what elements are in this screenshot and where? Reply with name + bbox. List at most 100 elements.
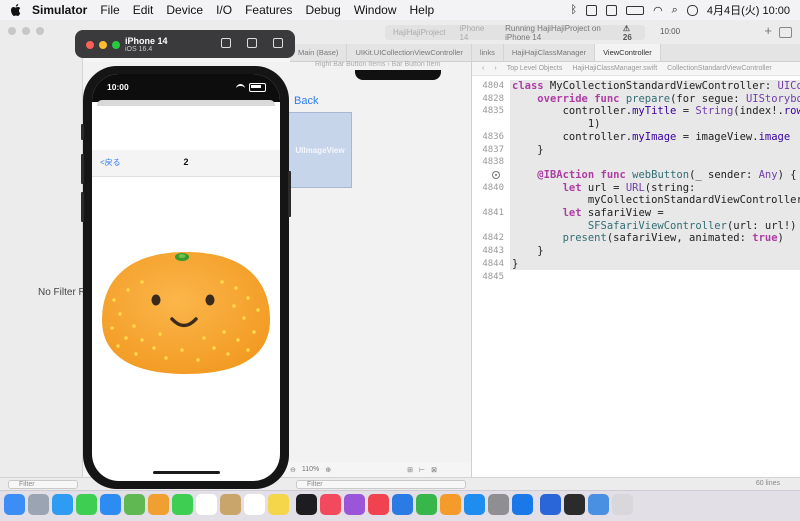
scheme-selector[interactable]: HajiHajiProject (393, 28, 445, 37)
tab-main-storyboard[interactable]: Main (Base) (290, 44, 348, 61)
volume-down-button[interactable] (81, 192, 84, 222)
sim-zoom-button[interactable] (112, 41, 120, 49)
code-line[interactable]: 4828 override func prepare(for segue: UI… (472, 93, 800, 106)
facetime-icon[interactable] (172, 494, 193, 515)
zoom-in-icon[interactable]: ⊕ (325, 466, 331, 474)
terminal-icon[interactable] (564, 494, 585, 515)
power-button[interactable] (288, 171, 291, 217)
input-source-icon[interactable] (606, 4, 618, 16)
pages-icon[interactable] (440, 494, 461, 515)
maps-icon[interactable] (124, 494, 145, 515)
editor-layout-icon[interactable] (779, 27, 792, 38)
menu-file[interactable]: File (100, 3, 119, 17)
code-line[interactable]: 4844} (472, 258, 800, 271)
menu-edit[interactable]: Edit (133, 3, 154, 17)
numbers-icon[interactable] (416, 494, 437, 515)
resolve-icon[interactable]: ⊠ (431, 466, 437, 474)
wifi-icon[interactable]: ◠ (653, 4, 663, 17)
mail-icon[interactable] (100, 494, 121, 515)
tab-viewcontroller[interactable]: ViewController (595, 44, 661, 61)
photos-icon[interactable] (148, 494, 169, 515)
tab-links[interactable]: links (472, 44, 504, 61)
sim-minimize-button[interactable] (99, 41, 107, 49)
music-icon[interactable] (320, 494, 341, 515)
preview-icon[interactable] (588, 494, 609, 515)
zoom-button[interactable] (36, 27, 44, 35)
back-icon[interactable]: ‹ (482, 65, 484, 72)
run-destination[interactable]: iPhone 14 (459, 24, 491, 42)
code-line[interactable]: 4835 controller.myTitle = String(index!.… (472, 105, 800, 118)
menu-features[interactable]: Features (245, 3, 292, 17)
code-line[interactable]: @IBAction func webButton(_ sender: Any) … (472, 169, 800, 182)
podcasts-icon[interactable] (344, 494, 365, 515)
jump-bar-item-1[interactable]: HajiHajiClassManager.swift (572, 65, 657, 72)
control-center-icon[interactable] (686, 4, 698, 16)
menu-device[interactable]: Device (166, 3, 203, 17)
crumb-bar-button-item[interactable]: Bar Button Item (392, 61, 441, 68)
code-line[interactable]: 1) (472, 118, 800, 131)
bluetooth-icon[interactable]: ᛒ (570, 4, 577, 16)
apple-icon[interactable] (10, 3, 22, 17)
menu-clock[interactable]: 4月4日(火) 10:00 (707, 2, 790, 18)
simulator-icon[interactable] (540, 494, 561, 515)
constraints-icon[interactable]: ⊢ (419, 466, 425, 474)
reminders-icon[interactable] (244, 494, 265, 515)
appstore-icon[interactable] (464, 494, 485, 515)
menu-simulator[interactable]: Simulator (32, 3, 87, 17)
jump-bar-item-0[interactable]: Top Level Objects (507, 65, 563, 72)
finder-icon[interactable] (4, 494, 25, 515)
sim-close-button[interactable] (86, 41, 94, 49)
close-button[interactable] (8, 27, 16, 35)
keynote-icon[interactable] (392, 494, 413, 515)
navigator-filter-input[interactable]: Filter (8, 480, 78, 489)
launchpad-icon[interactable] (28, 494, 49, 515)
rotate-icon[interactable] (273, 38, 283, 48)
menu-window[interactable]: Window (354, 3, 397, 17)
action-button[interactable] (81, 124, 84, 140)
settings-icon[interactable] (488, 494, 509, 515)
news-icon[interactable] (368, 494, 389, 515)
minimize-button[interactable] (22, 27, 30, 35)
menu-io[interactable]: I/O (216, 3, 232, 17)
calendar-icon[interactable] (196, 494, 217, 515)
forward-icon[interactable]: › (494, 65, 496, 72)
tab-class-manager[interactable]: HajiHajiClassManager (504, 44, 596, 61)
display-icon[interactable] (586, 4, 598, 16)
code-line[interactable]: 4845 (472, 271, 800, 284)
add-icon[interactable]: + (764, 23, 772, 38)
code-line[interactable]: myCollectionStandardViewController) (472, 194, 800, 207)
align-icon[interactable]: ⊞ (407, 466, 413, 474)
code-line[interactable]: 4841 let safariView = (472, 207, 800, 220)
code-line[interactable]: 4804 class MyCollectionStandardViewContro… (472, 80, 800, 93)
safari-icon[interactable] (52, 494, 73, 515)
iphone-screen[interactable]: 10:00 <戻る 2 (92, 74, 280, 481)
menu-help[interactable]: Help (410, 3, 435, 17)
search-icon[interactable]: ⌕ (672, 4, 678, 17)
code-line[interactable]: 4843 } (472, 245, 800, 258)
code-line[interactable]: 4836 controller.myImage = imageView.imag… (472, 131, 800, 144)
tv-icon[interactable] (296, 494, 317, 515)
code-editor[interactable]: ‹ › Top Level Objects HajiHajiClassManag… (471, 62, 800, 477)
code-line[interactable]: 4837 } (472, 144, 800, 157)
warning-count[interactable]: ⚠ 26 (623, 24, 639, 42)
xcode-icon[interactable] (512, 494, 533, 515)
jump-bar-item-2[interactable]: CollectionStandardViewController (667, 65, 772, 72)
outline-filter-input[interactable]: Filter (296, 480, 466, 489)
home-indicator[interactable] (153, 471, 220, 474)
notes-icon[interactable] (268, 494, 289, 515)
menu-debug[interactable]: Debug (305, 3, 340, 17)
messages-icon[interactable] (76, 494, 97, 515)
connection-dot-icon[interactable] (492, 170, 500, 179)
contacts-icon[interactable] (220, 494, 241, 515)
crumb-right-bar-items[interactable]: Right Bar Button Items (315, 61, 385, 68)
trash-icon[interactable] (612, 494, 633, 515)
code-line[interactable]: 4842 present(safariView, animated: true) (472, 232, 800, 245)
storyboard-image-view[interactable]: UIImageView (288, 112, 352, 188)
volume-up-button[interactable] (81, 154, 84, 184)
storyboard-back-button[interactable]: Back (294, 95, 318, 107)
screenshot-icon[interactable] (247, 38, 257, 48)
home-icon[interactable] (221, 38, 231, 48)
tab-uicollectionviewcontroller[interactable]: UIKit.UICollectionViewController (347, 44, 472, 61)
code-line[interactable]: 4840 let url = URL(string: (472, 182, 800, 195)
battery-icon[interactable] (626, 5, 645, 15)
